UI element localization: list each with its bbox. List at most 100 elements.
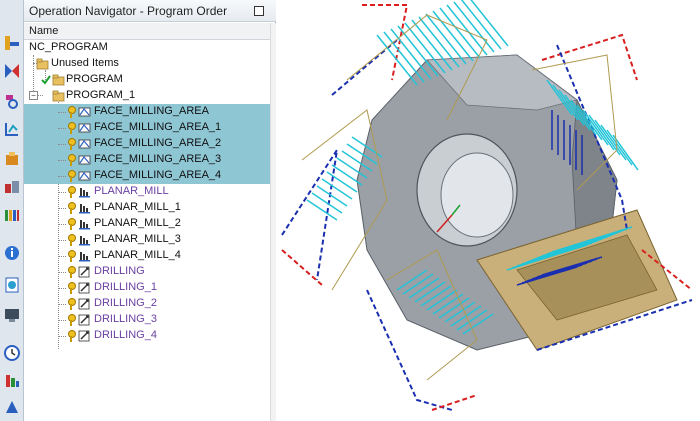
planar-mill-icon [79,252,90,262]
status-key-icon [68,314,76,326]
tree-node-program-1[interactable]: − PROGRAM_1 [24,88,270,104]
planar-mill-icon [79,188,90,198]
status-key-icon [68,282,76,294]
operation-row[interactable]: PLANAR_MILL_4 [24,248,270,264]
operation-row[interactable]: DRILLING_4 [24,328,270,344]
operation-label: PLANAR_MILL_4 [94,249,181,261]
status-key-icon [68,266,76,278]
status-key-icon [68,186,76,198]
planar-mill-icon [79,204,90,214]
operation-label: PLANAR_MILL_2 [94,217,181,229]
column-header-label: Name [29,25,59,37]
toolpath-line [321,178,353,200]
status-key-icon [68,218,76,230]
process-studio-icon[interactable] [3,398,21,416]
program-1-label: PROGRAM_1 [66,89,136,101]
operation-row[interactable]: PLANAR_MILL_3 [24,232,270,248]
operation-row[interactable]: PLANAR_MILL_1 [24,200,270,216]
operation-label: FACE_MILLING_AREA_3 [94,153,222,165]
clock-icon[interactable] [3,344,21,362]
rapid-path-red [431,394,478,411]
rapid-path-red [281,249,323,286]
history-icon[interactable] [3,206,21,224]
toolpath-line [606,129,633,166]
status-key-icon [68,106,76,118]
status-key-icon [68,330,76,342]
operation-row[interactable]: FACE_MILLING_AREA [24,104,270,120]
program-order-view-icon[interactable] [3,62,21,80]
operation-row[interactable]: FACE_MILLING_AREA_2 [24,136,270,152]
tree-node-program[interactable]: PROGRAM [24,72,270,88]
status-key-icon [68,154,76,166]
operation-label: DRILLING_2 [94,297,157,309]
part-navigator-icon[interactable] [3,150,21,168]
navigator-title: Operation Navigator - Program Order [29,4,228,18]
machine-tool-view-icon[interactable] [3,34,21,52]
operation-row[interactable]: DRILLING [24,264,270,280]
toolpath-line [612,134,639,171]
info-icon[interactable] [3,244,21,262]
reuse-library-icon[interactable] [3,178,21,196]
collapse-icon[interactable]: − [29,91,38,100]
operation-label: FACE_MILLING_AREA_1 [94,121,222,133]
rapid-path-red [362,4,409,81]
face-milling-icon [78,171,91,181]
status-key-icon [68,298,76,310]
operation-row[interactable]: DRILLING_3 [24,312,270,328]
status-key-icon [68,202,76,214]
operation-row[interactable]: FACE_MILLING_AREA_4 [24,168,270,184]
graphics-window[interactable] [277,0,700,421]
planar-mill-icon [79,236,90,246]
display-icon[interactable] [3,306,21,324]
program-label: PROGRAM [66,73,123,85]
operation-row[interactable]: FACE_MILLING_AREA_1 [24,120,270,136]
status-key-icon [68,170,76,182]
web-browser-icon[interactable] [3,276,21,294]
operation-row[interactable]: DRILLING_1 [24,280,270,296]
operation-navigator-panel: Operation Navigator - Program Order Name… [24,0,276,421]
status-key-icon [68,122,76,134]
operation-label: DRILLING_4 [94,329,157,341]
status-key-icon [68,234,76,246]
drilling-icon [78,330,90,342]
status-key-icon [68,138,76,150]
operation-label: DRILLING_3 [94,313,157,325]
drilling-icon [78,282,90,294]
operation-label: FACE_MILLING_AREA [94,105,209,117]
toolpath-view[interactable] [277,0,700,421]
column-header-name[interactable]: Name [24,23,270,40]
drilling-icon [78,314,90,326]
folder-icon [36,58,49,70]
program-folder-icon [52,90,65,102]
face-milling-icon [78,155,91,165]
roles-icon[interactable] [3,372,21,390]
operation-label: PLANAR_MILL_1 [94,201,181,213]
bore-inner [440,152,514,238]
program-folder-icon [52,74,65,86]
check-icon [41,75,51,85]
toolpath-line [331,164,363,186]
operation-row[interactable]: DRILLING_2 [24,296,270,312]
unused-items-label: Unused Items [51,57,119,69]
tree-node-root[interactable]: NC_PROGRAM [24,40,270,56]
face-milling-icon [78,123,91,133]
operation-label: DRILLING [94,265,145,277]
operation-label: FACE_MILLING_AREA_2 [94,137,222,149]
operation-navigator-icon[interactable] [3,120,21,138]
face-milling-icon [78,107,91,117]
operation-row[interactable]: FACE_MILLING_AREA_3 [24,152,270,168]
operation-label: DRILLING_1 [94,281,157,293]
tree-node-unused-items[interactable]: Unused Items [24,56,270,72]
face-milling-icon [78,139,91,149]
maximize-icon[interactable] [254,6,264,16]
operation-tree: NC_PROGRAM Unused Items PROGRAM − PROGRA… [24,40,270,421]
navigator-title-bar: Operation Navigator - Program Order [24,0,276,22]
toolpath-line [306,199,338,221]
geometry-view-icon[interactable] [3,92,21,110]
operation-row[interactable]: PLANAR_MILL_2 [24,216,270,232]
operation-row[interactable]: PLANAR_MILL [24,184,270,200]
resource-bar [0,0,24,421]
rapid-path-red [541,33,638,81]
vertical-scrollbar[interactable] [270,23,276,421]
root-label: NC_PROGRAM [29,41,108,53]
